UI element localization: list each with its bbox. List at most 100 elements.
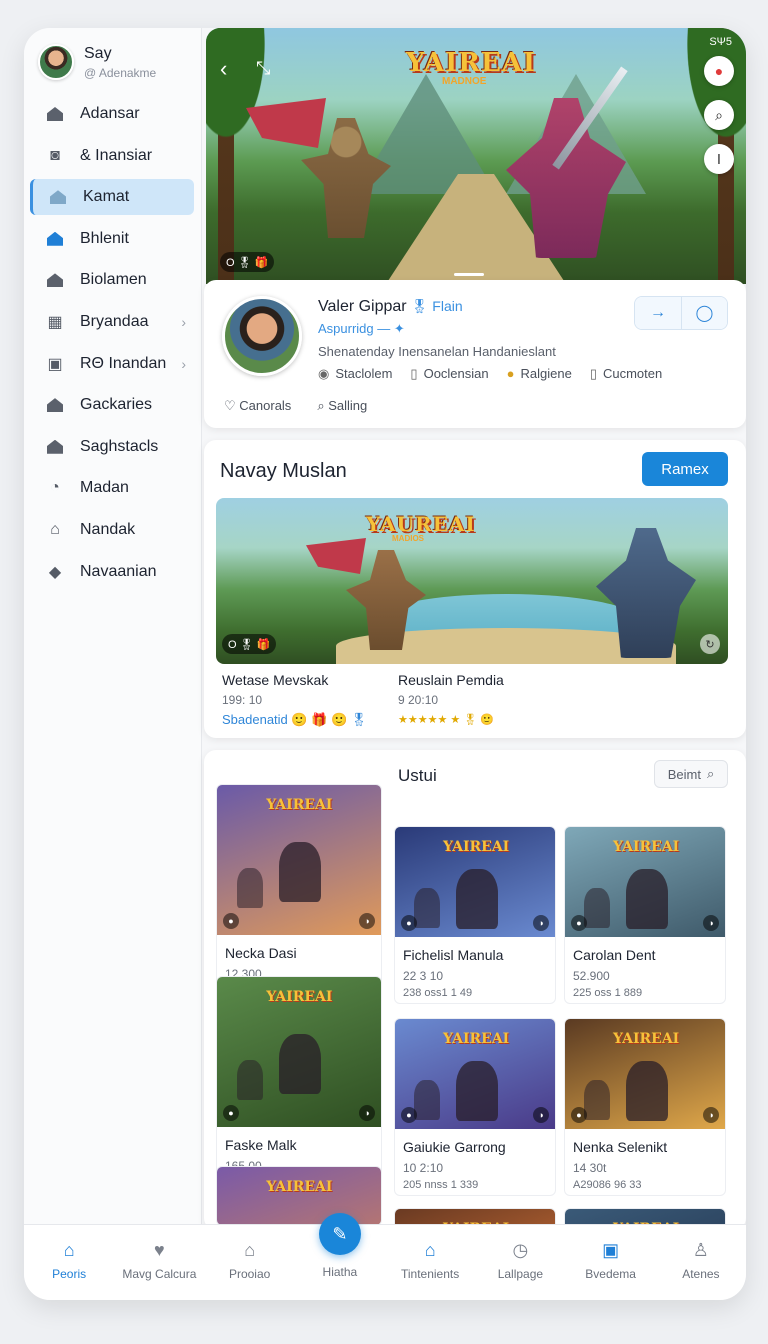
sidebar-item-adansar[interactable]: Adansar (30, 96, 194, 132)
house-icon: ⌂ (424, 1239, 436, 1260)
bottom-nav-label: Bvedema (585, 1267, 636, 1281)
featured-image[interactable]: YAUREAI MADIOS O 🎖 🎁 ↻ (216, 498, 728, 664)
bottom-nav-label: Hiatha (322, 1265, 358, 1279)
favorite-action[interactable]: ♡ Canorals (224, 398, 291, 414)
game-tile[interactable]: YAIREAI ● ◑ Gaiukie Garrong 10 2:10 205 nnss … (394, 1018, 556, 1196)
game-tile[interactable]: YAIREAI ● ◑ Nenka Selenikt 14 30t A29086 96 3… (564, 1018, 726, 1196)
featured-item-link[interactable]: Sbadenatid 🙂 🎁 🙂 🎖 (222, 712, 367, 728)
featured-item-title: Reuslain Pemdia (398, 672, 504, 688)
game-tile-image: YAIREAI●◑ (217, 977, 381, 1127)
grid-search-label: Beimt (667, 766, 701, 782)
profile-title: Valer Gippar 🎖 Flain (318, 298, 463, 316)
featured-item-emojis: 🙂 🎁 🙂 🎖 (291, 712, 368, 727)
sidebar-item-madan[interactable]: ◔ Madan (30, 470, 194, 506)
tile-action-icon[interactable]: ◑ (533, 1107, 549, 1123)
bottom-nav-favorites[interactable]: ♥ Mavg Calcura (114, 1225, 204, 1300)
sidebar-item-inansiar[interactable]: ◙ & Inansiar (30, 138, 194, 174)
profile-role[interactable]: Aspurridg — ✦ (318, 321, 405, 337)
avatar (38, 44, 74, 80)
sidebar-item-bryandaa[interactable]: ▦ Bryandaa › (30, 304, 194, 340)
bottom-nav-lallpage[interactable]: ◷ Lallpage (475, 1225, 565, 1300)
chat-button[interactable]: ◯ (681, 297, 727, 329)
search-action[interactable]: ⌕ Salling (317, 398, 367, 414)
sidebar-item-label: RΘ Inandan (80, 354, 167, 372)
game-tile[interactable]: YAIREAI●◑Necka Dasi12 300388 ouck1 822 (216, 784, 382, 1002)
rating-stars: ★★★★★ ★ 🎖 🙂 (398, 714, 494, 726)
house-icon: ⌂ (244, 1239, 256, 1260)
tile-action-icon[interactable]: ◑ (703, 915, 719, 931)
sidebar-item-biolamen[interactable]: Biolamen (30, 262, 194, 298)
tile-action-icon[interactable]: ● (223, 913, 239, 929)
doc-icon: ▯ (410, 366, 418, 381)
hero-banner: YAIREAI MADNOE ‹ ⤡ SΨ5 ● ⌕ ǀ O 🎖 🎁 (206, 28, 746, 284)
sidebar-item-inandan[interactable]: ▣ RΘ Inandan › (30, 346, 194, 382)
game-tile[interactable]: YAIREAI●◑Faske Malk165 002885 ess 1 432 (216, 976, 382, 1194)
featured-item[interactable]: Wetase Mevskak 199: 10 Sbadenatid 🙂 🎁 🙂 … (222, 672, 367, 728)
tile-art (279, 1034, 322, 1094)
search-label: Salling (328, 398, 368, 413)
game-tile[interactable]: YAIREAI●◑ (216, 1166, 382, 1226)
app-frame: Say @ Adenakme Adansar ◙ & Inansiar Kamat… (24, 28, 746, 1300)
bottom-nav-label: Peoris (52, 1267, 87, 1281)
sidebar-item-gackaries[interactable]: Gackaries (30, 387, 194, 423)
game-tile-image: YAIREAI ● ◑ (565, 827, 725, 937)
tile-action-icon[interactable]: ● (401, 1107, 417, 1123)
tile-action-icon[interactable]: ◑ (359, 913, 375, 929)
featured-action-button[interactable]: Ramex (642, 452, 728, 486)
game-tile-title: Fichelisl Manula (403, 947, 504, 963)
sidebar-item-nandak[interactable]: ⌂ Nandak (30, 512, 194, 548)
record-button[interactable]: ● (704, 56, 734, 86)
grid-search-button[interactable]: Beimt ⌕ (654, 760, 728, 788)
tile-action-icon[interactable]: ● (571, 1107, 587, 1123)
tile-action-icon[interactable]: ◑ (703, 1107, 719, 1123)
profile-actions: ♡ Canorals ⌕ Salling (224, 398, 367, 414)
featured-item[interactable]: Reuslain Pemdia 9 20:10 ★★★★★ ★ 🎖 🙂 (398, 672, 504, 726)
house-icon (46, 271, 64, 289)
tile-action-icon[interactable]: ● (571, 915, 587, 931)
game-tile[interactable]: YAIREAI ● ◑ Carolan Dent 52.900 225 oss 1 889 (564, 826, 726, 1004)
sidebar-item-saghstacls[interactable]: Saghstacls (30, 429, 194, 465)
back-icon[interactable]: ‹ (220, 56, 227, 82)
info-button[interactable]: ǀ (704, 144, 734, 174)
profile-stat: ▯ Ooclensian (410, 366, 488, 382)
search-button[interactable]: ⌕ (704, 100, 734, 130)
game-tile-detail: 205 nnss 1 339 (403, 1179, 479, 1191)
sidebar-item-navaanian[interactable]: ◆ Navaanian (30, 554, 194, 590)
bottom-nav-tintenients[interactable]: ⌂ Tintenients (385, 1225, 475, 1300)
game-tile-title: Carolan Dent (573, 947, 656, 963)
sidebar-item-label: Navaanian (80, 562, 157, 580)
tile-action-icon[interactable]: ● (401, 915, 417, 931)
bottom-nav-peoris[interactable]: ⌂ Peoris (24, 1225, 114, 1300)
game-tile[interactable]: YAIREAI ● ◑ Fichelisl Manula 22 3 10 238 oss1… (394, 826, 556, 1004)
sidebar-item-label: Nandak (80, 520, 136, 538)
forward-button[interactable]: → (635, 297, 681, 329)
sidebar: Say @ Adenakme Adansar ◙ & Inansiar Kamat… (24, 28, 202, 1224)
sidebar-item-kamat[interactable]: Kamat (30, 179, 194, 216)
refresh-icon[interactable]: ↻ (700, 634, 720, 654)
game-logo: YAIREAI (613, 839, 680, 855)
carousel-indicator[interactable] (454, 273, 484, 276)
sidebar-item-bhlenit[interactable]: Bhlenit (30, 221, 194, 257)
tile-controls: ● ◑ (223, 913, 375, 929)
hero-badge[interactable]: O 🎖 🎁 (220, 252, 275, 272)
sidebar-profile[interactable]: Say @ Adenakme (38, 44, 156, 80)
bottom-nav-bvedema[interactable]: ▣ Bvedema (566, 1225, 656, 1300)
game-logo: YAIREAI (266, 797, 333, 813)
collapse-icon[interactable]: ⤡ (256, 58, 270, 79)
profile-stat-label: Staclolem (335, 366, 393, 381)
sidebar-item-label: Madan (80, 479, 129, 497)
tile-action-icon[interactable]: ◑ (533, 915, 549, 931)
tile-action-icon[interactable]: ◑ (359, 1105, 375, 1121)
tile-art (279, 842, 322, 902)
person-icon: ♙ (692, 1239, 709, 1260)
bottom-nav-hiatha[interactable]: ✎ Hiatha (295, 1213, 385, 1300)
bottom-nav-prooiao[interactable]: ⌂ Prooiao (205, 1225, 295, 1300)
brush-icon[interactable]: ✎ (318, 1213, 361, 1255)
game-logo: YAIREAI (443, 1031, 510, 1047)
game-logo: YAIREAI (266, 1179, 333, 1195)
featured-item-link-label: Sbadenatid (222, 712, 288, 727)
sidebar-item-label: Bhlenit (80, 229, 129, 247)
tile-action-icon[interactable]: ● (223, 1105, 239, 1121)
profile-avatar[interactable] (222, 296, 302, 376)
bottom-nav-atenes[interactable]: ♙ Atenes (656, 1225, 746, 1300)
